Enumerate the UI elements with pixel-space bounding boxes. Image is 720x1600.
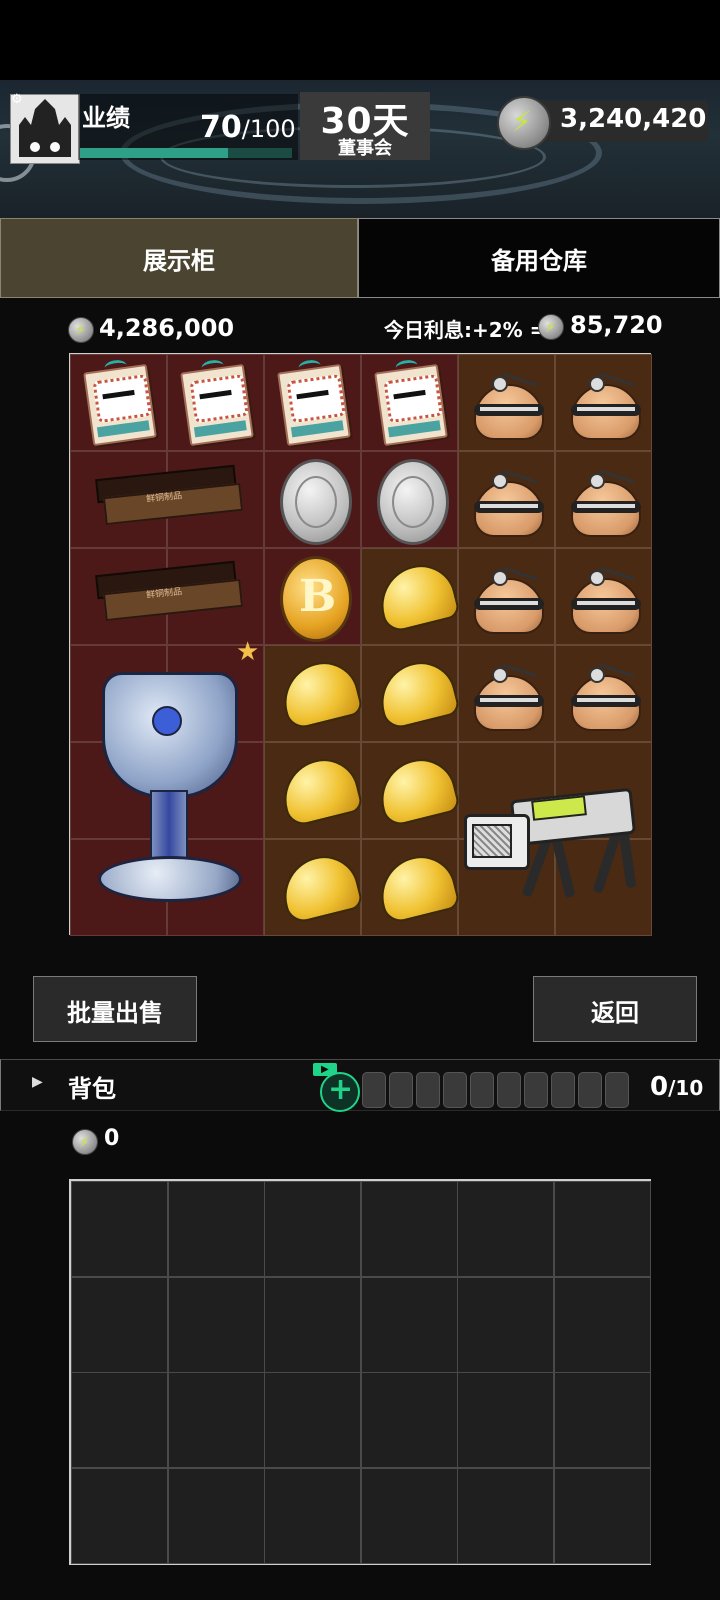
tab-display-case[interactable]: 展示柜: [0, 218, 358, 298]
lightning-coin-icon: ⚡: [68, 317, 94, 343]
backpack-grid-cell[interactable]: [553, 1372, 651, 1468]
performance-current: 70: [200, 110, 242, 145]
backpack-grid[interactable]: [69, 1179, 651, 1565]
backpack-slot-indicator: [443, 1072, 467, 1108]
star-icon: ★: [236, 637, 260, 667]
display-case-value: 4,286,000: [99, 314, 235, 342]
backpack-count-max: /10: [668, 1076, 704, 1100]
backpack-count: 0/10: [650, 1072, 703, 1102]
backpack-count-current: 0: [650, 1072, 669, 1102]
performance-progress-fill: [80, 148, 229, 158]
expand-triangle-icon[interactable]: ▶: [32, 1074, 43, 1090]
backpack-grid-cell[interactable]: [264, 1181, 361, 1277]
congratulations-card-icon[interactable]: [180, 358, 254, 447]
lightning-coin-icon: ⚡: [72, 1129, 98, 1155]
tab-spare-storage[interactable]: 备用仓库: [358, 218, 720, 298]
back-label: 返回: [591, 999, 639, 1027]
backpack-grid-cell[interactable]: [457, 1181, 554, 1277]
bronze-bar-icon[interactable]: 鲜铜制品: [95, 464, 244, 526]
backpack-label: 背包: [68, 1075, 116, 1103]
backpack-grid-cell[interactable]: [167, 1181, 265, 1277]
backpack-slot-indicator: [578, 1072, 602, 1108]
backpack-slot-indicator: [362, 1072, 386, 1108]
tab-display-case-label: 展示柜: [143, 247, 215, 275]
backpack-slot-indicator: [524, 1072, 548, 1108]
status-bar: [0, 0, 720, 80]
backpack-slot-indicator: [605, 1072, 629, 1108]
congratulations-card-icon[interactable]: [374, 358, 448, 447]
backpack-grid-cell[interactable]: [457, 1467, 554, 1564]
backpack-grid-cell[interactable]: [553, 1467, 651, 1564]
board-meeting-label: 董事会: [338, 138, 392, 159]
performance-value: 70/100: [200, 110, 296, 145]
silver-coin-icon[interactable]: [377, 459, 449, 545]
display-case-grid[interactable]: 鲜铜制品 鲜铜制品 B ★: [69, 353, 652, 936]
backpack-grid-cell[interactable]: [553, 1181, 651, 1277]
header-banner: ⚙ 业绩 70/100 30天 董事会 ⚡ 3,240,420: [0, 80, 720, 218]
gear-icon[interactable]: ⚙: [11, 93, 25, 107]
bulk-sell-label: 批量出售: [67, 999, 163, 1027]
backpack-grid-cell[interactable]: [167, 1276, 265, 1373]
backpack-slot-indicator: [497, 1072, 521, 1108]
backpack-grid-cell[interactable]: [360, 1467, 458, 1564]
backpack-slot-indicator: [416, 1072, 440, 1108]
tab-spare-storage-label: 备用仓库: [491, 247, 587, 275]
plus-icon: +: [328, 1072, 354, 1107]
backpack-grid-cell[interactable]: [457, 1276, 554, 1373]
currency-total: 3,240,420: [560, 104, 707, 134]
backpack-grid-cell[interactable]: [167, 1467, 265, 1564]
add-slot-button[interactable]: +: [320, 1072, 360, 1112]
backpack-grid-cell[interactable]: [264, 1467, 361, 1564]
backpack-grid-cell[interactable]: [71, 1467, 168, 1564]
backpack-grid-cell[interactable]: [360, 1181, 458, 1277]
performance-max: /100: [241, 115, 296, 143]
backpack-slot-indicator: [389, 1072, 413, 1108]
backpack-grid-cell[interactable]: [360, 1372, 458, 1468]
backpack-grid-cell[interactable]: [71, 1276, 168, 1373]
bulk-sell-button[interactable]: 批量出售: [33, 976, 197, 1042]
congratulations-card-icon[interactable]: [277, 358, 351, 447]
backpack-grid-cell[interactable]: [360, 1276, 458, 1373]
backpack-grid-cell[interactable]: [264, 1372, 361, 1468]
lightning-coin-icon: ⚡: [497, 96, 551, 150]
back-button[interactable]: 返回: [533, 976, 697, 1042]
daily-interest-value: 85,720: [570, 311, 663, 339]
backpack-grid-cell[interactable]: [167, 1372, 265, 1468]
backpack-grid-cell[interactable]: [457, 1372, 554, 1468]
bronze-bar-icon[interactable]: 鲜铜制品: [95, 560, 244, 622]
lightning-coin-icon: ⚡: [538, 314, 564, 340]
backpack-slot-indicator: [551, 1072, 575, 1108]
backpack-grid-cell[interactable]: [553, 1276, 651, 1373]
backpack-grid-cell[interactable]: [264, 1276, 361, 1373]
bitcoin-coin-icon[interactable]: B: [280, 556, 352, 642]
robot-dog-icon[interactable]: [462, 764, 648, 914]
backpack-grid-cell[interactable]: [71, 1181, 168, 1277]
backpack-slot-indicator: [470, 1072, 494, 1108]
performance-label: 业绩: [82, 104, 130, 132]
backpack-value: 0: [104, 1126, 120, 1151]
silver-coin-icon[interactable]: [280, 459, 352, 545]
trophy-chalice-icon[interactable]: [92, 672, 242, 912]
backpack-grid-cell[interactable]: [71, 1372, 168, 1468]
daily-interest-label: 今日利息:+2% =: [384, 318, 547, 342]
congratulations-card-icon[interactable]: [83, 358, 157, 447]
